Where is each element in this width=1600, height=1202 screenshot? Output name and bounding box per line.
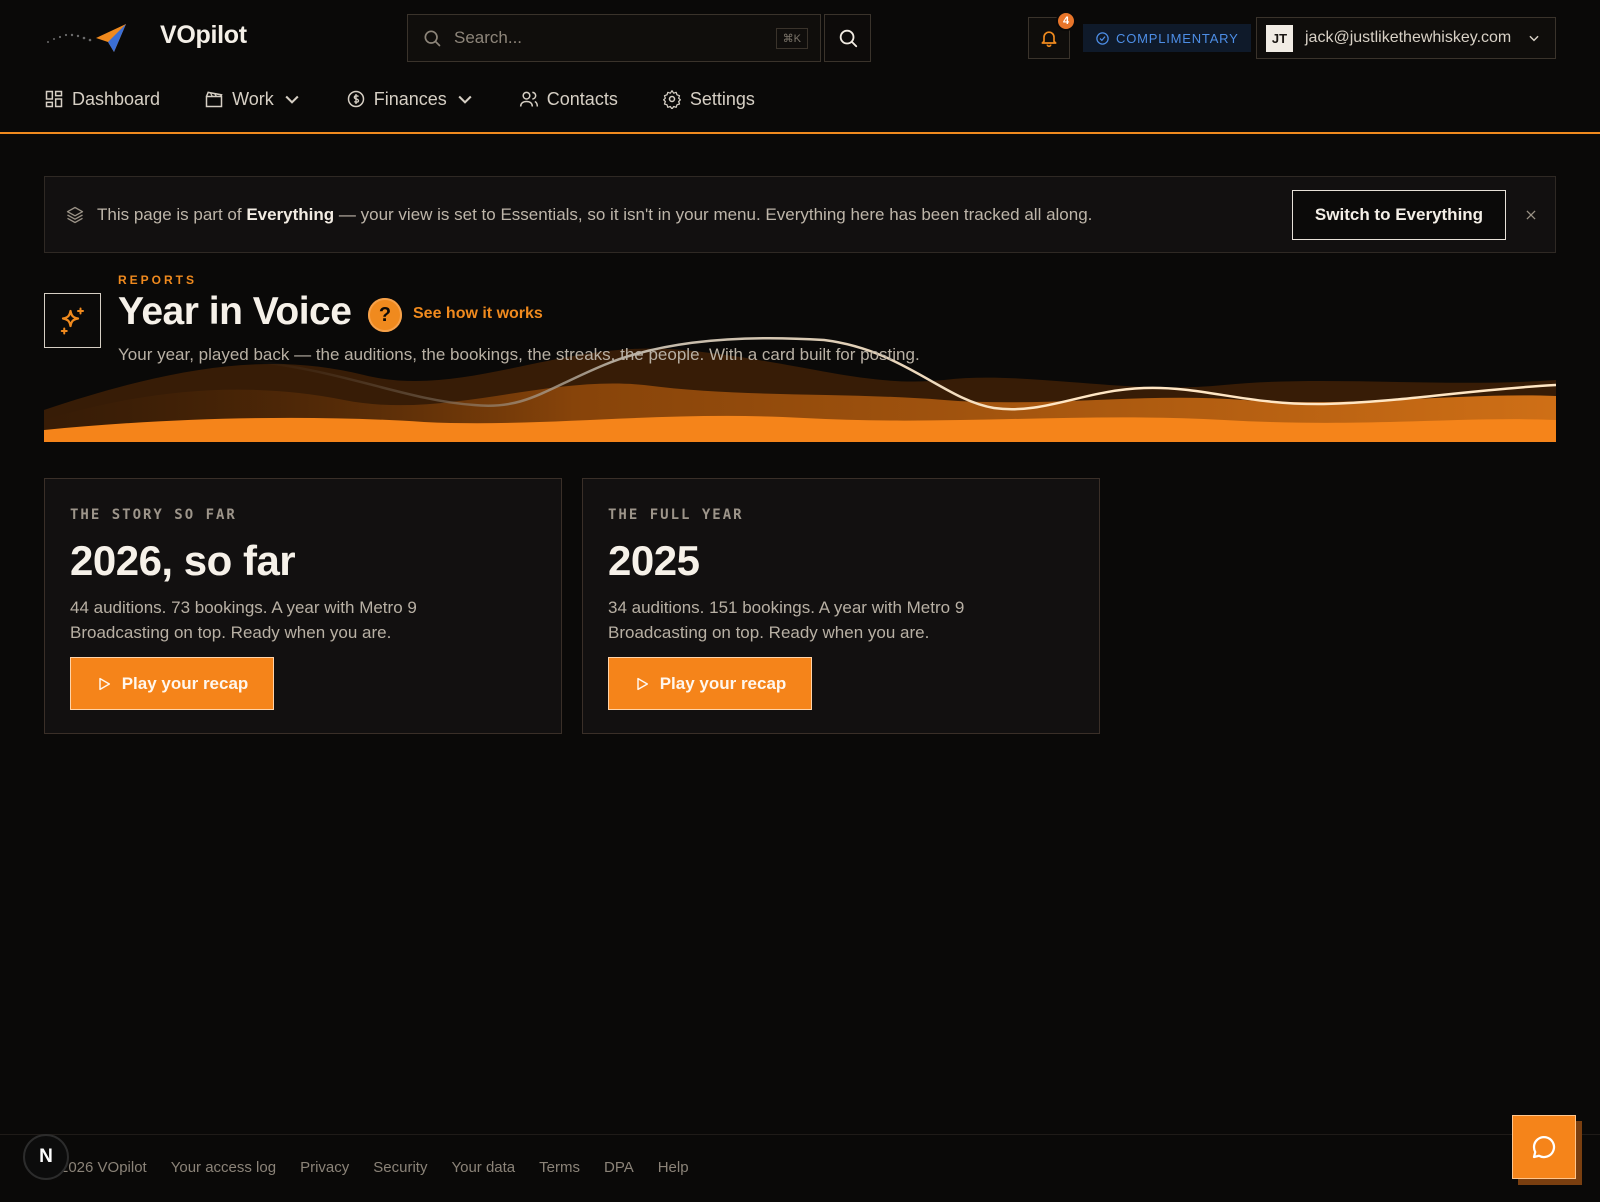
search-button[interactable] — [824, 14, 871, 62]
main-nav: Dashboard Work Finances Contacts Setting… — [44, 78, 799, 120]
brand-name: VOpilot — [160, 21, 247, 49]
page-subtitle: Your year, played back — the auditions, … — [118, 345, 920, 364]
nav-label-contacts: Contacts — [546, 88, 618, 109]
banner-message: This page is part of Everything — your v… — [97, 205, 1092, 225]
nav-label-work: Work — [232, 88, 274, 109]
users-icon — [519, 91, 538, 107]
logo[interactable] — [44, 18, 130, 58]
card-body: 44 auditions. 73 bookings. A year with M… — [70, 598, 417, 642]
sparkles-icon-tile — [44, 293, 101, 348]
play-recap-label: Play your recap — [121, 673, 249, 693]
close-icon — [1526, 210, 1536, 220]
play-icon — [98, 677, 110, 690]
account-email: jack@justlikethewhiskey.com — [1305, 29, 1512, 46]
dollar-circle-icon — [347, 90, 364, 108]
search-icon — [424, 30, 441, 47]
footer-link-terms[interactable]: Terms — [539, 1159, 580, 1176]
nav-item-work[interactable]: Work — [204, 89, 302, 110]
nav-label-finances: Finances — [373, 88, 447, 109]
footer-link-access-log[interactable]: Your access log — [171, 1159, 276, 1176]
plan-badge: COMPLIMENTARY — [1083, 24, 1251, 52]
page-title: Year in Voice — [118, 290, 352, 333]
plan-label: COMPLIMENTARY — [1116, 30, 1239, 46]
recap-card-2026: THE STORY SO FAR 2026, so far 44 auditio… — [44, 478, 562, 734]
card-title: 2025 — [608, 537, 700, 584]
clapperboard-icon — [205, 91, 223, 108]
notification-count-badge: 4 — [1056, 11, 1076, 31]
gear-icon — [662, 90, 681, 109]
footer-link-security[interactable]: Security — [373, 1159, 427, 1176]
nav-label-settings: Settings — [689, 88, 755, 109]
chat-bubble-icon — [1532, 1135, 1556, 1159]
nav-item-settings[interactable]: Settings — [662, 89, 755, 110]
search-box[interactable]: Search... ⌘K — [407, 14, 821, 62]
card-title: 2026, so far — [70, 537, 296, 584]
see-how-it-works-link[interactable]: See how it works — [413, 305, 543, 323]
layers-icon — [66, 206, 84, 223]
card-kicker: THE FULL YEAR — [608, 507, 744, 523]
section-eyebrow: REPORTS — [118, 273, 198, 287]
banner-bold: Everything — [246, 204, 335, 224]
search-input[interactable]: Search... — [454, 28, 776, 48]
search-shortcut: ⌘K — [775, 27, 808, 49]
play-recap-button[interactable]: Play your recap — [608, 657, 812, 710]
banner-prefix: This page is part of — [97, 204, 247, 224]
grid-icon — [45, 90, 63, 108]
top-bar: VOpilot Search... ⌘K 4 COMPLIMENTARY JT … — [0, 0, 1600, 134]
avatar: JT — [1266, 24, 1293, 52]
banner-suffix: — your view is set to Essentials, so it … — [334, 204, 1093, 224]
recap-card-2025: THE FULL YEAR 2025 34 auditions. 151 boo… — [582, 478, 1100, 734]
close-banner-button[interactable] — [1519, 203, 1543, 227]
chat-button[interactable] — [1512, 1115, 1576, 1179]
play-icon — [636, 677, 648, 690]
sparkles-icon — [60, 307, 84, 334]
paper-plane-logo-icon — [47, 24, 126, 52]
footer-link-dpa[interactable]: DPA — [604, 1159, 634, 1176]
view-mode-banner: This page is part of Everything — your v… — [44, 176, 1556, 253]
chevron-down-icon — [1529, 35, 1539, 42]
nav-item-contacts[interactable]: Contacts — [519, 89, 618, 110]
card-body: 34 auditions. 151 bookings. A year with … — [608, 598, 965, 642]
footer-links: 2026 VOpilot Your access log Privacy Sec… — [60, 1159, 689, 1176]
play-recap-label: Play your recap — [659, 673, 787, 693]
chevron-down-icon — [285, 95, 299, 104]
nav-label-dashboard: Dashboard — [72, 88, 161, 109]
search-icon — [839, 29, 857, 48]
footer-link-your-data[interactable]: Your data — [451, 1159, 515, 1176]
dev-tools-badge[interactable]: N — [23, 1134, 69, 1180]
footer-link-privacy[interactable]: Privacy — [300, 1159, 349, 1176]
footer: 2026 VOpilot Your access log Privacy Sec… — [0, 1134, 1600, 1202]
chevron-down-icon — [458, 95, 472, 104]
account-menu[interactable]: JT jack@justlikethewhiskey.com — [1256, 17, 1556, 59]
check-circle-icon — [1096, 31, 1109, 45]
nav-item-dashboard[interactable]: Dashboard — [44, 89, 160, 110]
footer-link-help[interactable]: Help — [658, 1159, 689, 1176]
bell-icon — [1041, 31, 1057, 48]
switch-to-everything-button[interactable]: Switch to Everything — [1292, 190, 1506, 240]
footer-copyright: 2026 VOpilot — [60, 1159, 147, 1176]
play-recap-button[interactable]: Play your recap — [70, 657, 274, 710]
help-question-icon[interactable]: ? — [368, 298, 402, 332]
nav-item-finances[interactable]: Finances — [346, 89, 475, 110]
card-kicker: THE STORY SO FAR — [70, 507, 237, 523]
